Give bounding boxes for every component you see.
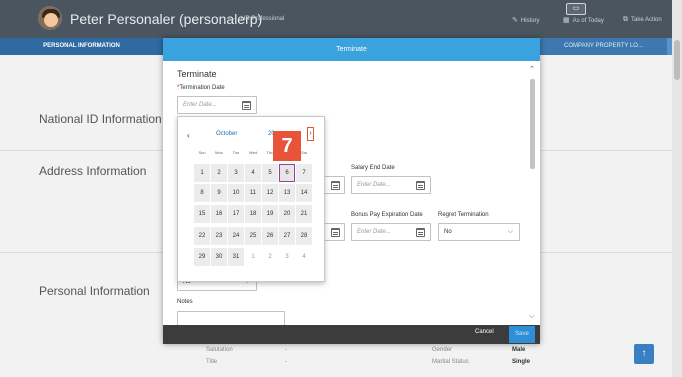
calendar-icon[interactable] xyxy=(331,181,340,190)
calendar-day[interactable]: 4 xyxy=(245,164,261,182)
salary-end-date-label: Salary End Date xyxy=(351,165,395,171)
calendar-day-other-month[interactable]: 2 xyxy=(262,248,278,266)
calendar-day[interactable]: 13 xyxy=(279,184,295,202)
calendar-day[interactable]: 26 xyxy=(262,227,278,245)
calendar-day[interactable]: 23 xyxy=(211,227,227,245)
month-selector[interactable]: October xyxy=(216,131,237,137)
calendar-day[interactable]: 16 xyxy=(211,205,227,223)
step-marker: 7 xyxy=(273,131,301,161)
calendar-day[interactable]: 7 xyxy=(296,164,312,182)
dialog-header: Terminate xyxy=(163,38,540,61)
page-scrollbar[interactable] xyxy=(672,0,682,377)
calendar-icon[interactable] xyxy=(242,101,251,110)
bonus-pay-expiration-input[interactable]: Enter Date... xyxy=(351,223,431,241)
calendar-day[interactable]: 28 xyxy=(296,227,312,245)
calendar-day[interactable]: 21 xyxy=(296,205,312,223)
salutation-label: Salutation xyxy=(206,347,233,353)
calendar-day[interactable]: 31 xyxy=(228,248,244,266)
gender-label: Gender xyxy=(432,347,453,353)
calendar-icon[interactable] xyxy=(331,228,340,237)
tab-company-property[interactable]: COMPANY PROPERTY LO... xyxy=(540,38,667,55)
calendar-day[interactable]: 15 xyxy=(194,205,210,223)
calendar-day[interactable]: 3 xyxy=(228,164,244,182)
calendar-day[interactable]: 25 xyxy=(245,227,261,245)
title-value: - xyxy=(285,359,287,365)
chevron-down-icon[interactable]: ⌵ xyxy=(229,14,235,24)
calendar-day[interactable]: 17 xyxy=(228,205,244,223)
chevron-down-icon[interactable]: ⌵ xyxy=(529,313,534,321)
person-subtitle: HR Professional xyxy=(241,16,285,22)
tab-personal-information[interactable]: PERSONAL INFORMATION xyxy=(0,38,163,55)
chevron-up-icon[interactable]: ⌃ xyxy=(529,65,535,73)
calendar-day-other-month[interactable]: 4 xyxy=(296,248,312,266)
chevron-down-icon: ⌵ xyxy=(507,228,513,235)
regret-termination-label: Regret Termination xyxy=(438,212,489,218)
title-label: Title xyxy=(206,359,218,365)
profile-header: Peter Personaler (personalerp) ⌵ HR Prof… xyxy=(0,0,682,38)
calendar-day[interactable]: 2 xyxy=(211,164,227,182)
marital-status-value: Single xyxy=(512,359,531,365)
calendar-day-other-month[interactable]: 3 xyxy=(279,248,295,266)
calendar-icon: ▦ xyxy=(563,17,570,24)
calendar-day-other-month[interactable]: 1 xyxy=(245,248,261,266)
as-of-today-action[interactable]: ▦ As of Today xyxy=(563,16,604,24)
notes-label: Notes xyxy=(177,299,193,305)
dialog-scrollbar[interactable]: ⌃ ⌵ xyxy=(529,65,537,321)
take-action-button[interactable]: ⧉ Take Action xyxy=(623,16,662,24)
gender-value: Male xyxy=(512,347,526,353)
calendar-day[interactable]: 6 xyxy=(279,164,295,182)
calendar-day[interactable]: 18 xyxy=(245,205,261,223)
calendar-day[interactable]: 27 xyxy=(279,227,295,245)
weekday-header: Sun xyxy=(198,150,206,155)
section-personal: Personal Information xyxy=(39,284,150,298)
scroll-to-top-button[interactable]: ↑ xyxy=(634,344,654,364)
calendar-day[interactable]: 20 xyxy=(279,205,295,223)
dialog-footer: Cancel Save xyxy=(163,325,540,344)
section-address: Address Information xyxy=(39,164,147,178)
calendar-day[interactable]: 29 xyxy=(194,248,210,266)
calendar-day[interactable]: 9 xyxy=(211,184,227,202)
termination-date-input[interactable]: Enter Date... xyxy=(177,96,257,114)
avatar xyxy=(38,6,62,30)
save-button[interactable]: Save xyxy=(509,326,535,343)
calendar-day[interactable]: 30 xyxy=(211,248,227,266)
regret-termination-select[interactable]: No ⌵ xyxy=(438,223,520,241)
previous-month-icon[interactable]: ‹ xyxy=(187,131,190,140)
marital-status-label: Marital Status xyxy=(432,359,469,365)
date-picker: ‹ October 20 › SunMonTueWedThuFriSat1234… xyxy=(177,116,325,282)
weekday-header: Tue xyxy=(232,150,240,155)
external-link-icon: ⧉ xyxy=(623,16,628,23)
bonus-pay-expiration-label: Bonus Pay Expiration Date xyxy=(351,212,423,218)
next-month-icon[interactable]: › xyxy=(307,127,314,141)
weekday-header: Mon xyxy=(215,150,223,155)
calendar-day[interactable]: 5 xyxy=(262,164,278,182)
section-national-id: National ID Information xyxy=(39,112,162,126)
calendar-day[interactable]: 11 xyxy=(245,184,261,202)
history-action[interactable]: ✎ History xyxy=(512,16,540,24)
notes-textarea[interactable] xyxy=(177,311,285,325)
calendar-day[interactable]: 12 xyxy=(262,184,278,202)
calendar-day[interactable]: 10 xyxy=(228,184,244,202)
weekday-header: Wed xyxy=(248,150,258,155)
calendar-day[interactable]: 19 xyxy=(262,205,278,223)
popup-icon[interactable]: ▭ xyxy=(566,3,586,15)
salutation-value: - xyxy=(285,347,287,353)
calendar-day[interactable]: 22 xyxy=(194,227,210,245)
calendar-icon[interactable] xyxy=(416,228,425,237)
termination-date-label: *Termination Date xyxy=(177,85,225,91)
calendar-day[interactable]: 1 xyxy=(194,164,210,182)
calendar-day[interactable]: 8 xyxy=(194,184,210,202)
dialog-title: Terminate xyxy=(177,69,217,79)
calendar-day[interactable]: 14 xyxy=(296,184,312,202)
salary-end-date-input[interactable]: Enter Date... xyxy=(351,176,431,194)
calendar-icon[interactable] xyxy=(416,181,425,190)
calendar-day[interactable]: 24 xyxy=(228,227,244,245)
pencil-icon: ✎ xyxy=(512,17,518,24)
cancel-button[interactable]: Cancel xyxy=(475,329,494,335)
